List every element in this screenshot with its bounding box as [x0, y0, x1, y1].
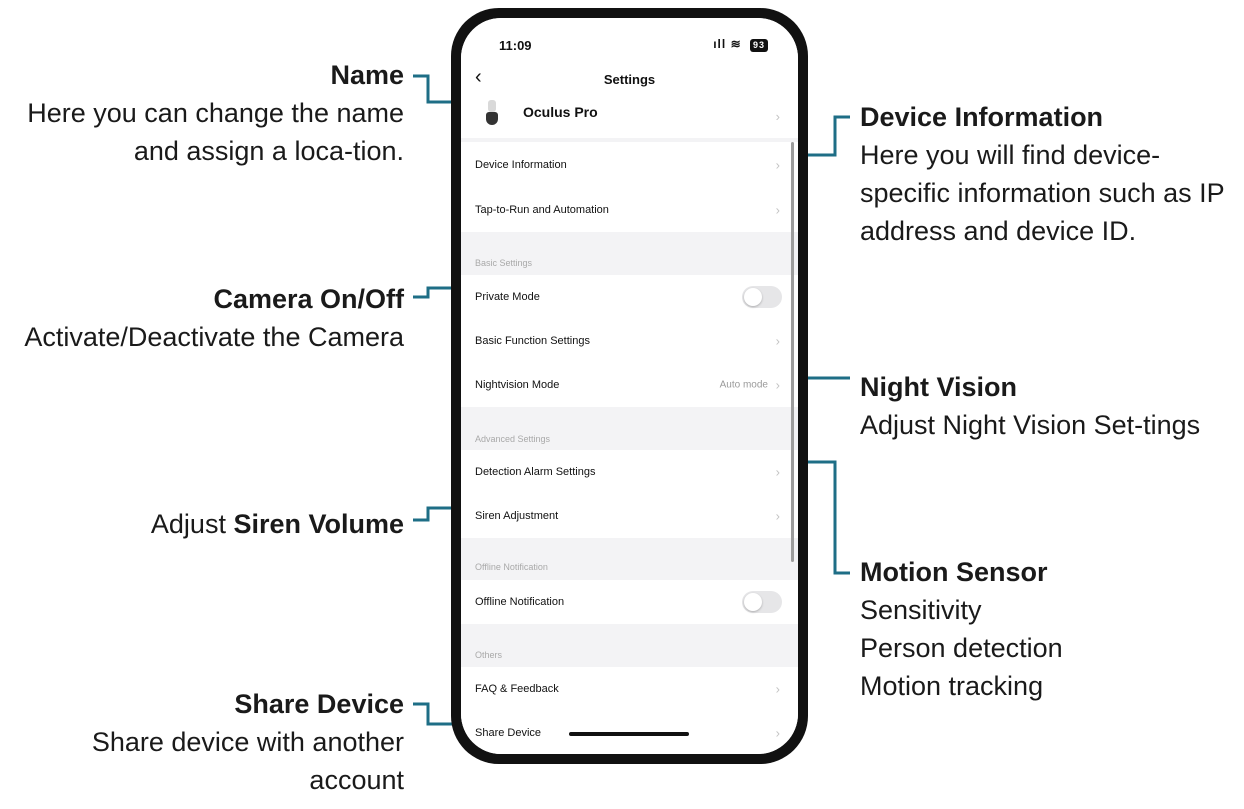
callout-name-title: Name: [330, 60, 404, 90]
callout-motion-line: Person detection: [860, 633, 1063, 663]
callout-motion-line: Motion tracking: [860, 671, 1044, 701]
section-advanced-settings: Advanced Settings: [475, 434, 551, 444]
row-label: Tap-to-Run and Automation: [475, 204, 609, 216]
callout-device-info: Device Information Here you will find de…: [860, 98, 1244, 250]
callout-camera-desc: Activate/Deactivate the Camera: [24, 322, 404, 352]
row-siren-adjustment[interactable]: Siren Adjustment ›: [461, 494, 798, 538]
nav-bar: ‹ Settings: [461, 62, 798, 98]
callout-siren: Adjust Siren Volume: [4, 505, 404, 543]
row-label: Basic Function Settings: [475, 335, 590, 347]
page-title: Settings: [603, 72, 656, 87]
phone-frame: 11:09 ıll ≋ 93 ‹ Settings Oculus Pro › D…: [451, 8, 808, 764]
chevron-right-icon: ›: [775, 157, 780, 173]
callout-camera: Camera On/Off Activate/Deactivate the Ca…: [24, 280, 404, 356]
callout-motion-line: Sensitivity: [860, 595, 982, 625]
section-basic-settings: Basic Settings: [475, 258, 533, 268]
callout-device-info-title: Device Information: [860, 102, 1104, 132]
callout-siren-prefix: Adjust: [150, 509, 234, 539]
chevron-right-icon: ›: [775, 377, 780, 393]
callout-night: Night Vision Adjust Night Vision Set-tin…: [860, 368, 1240, 444]
callout-motion: Motion Sensor Sensitivity Person detecti…: [860, 553, 1240, 705]
row-label: FAQ & Feedback: [475, 683, 559, 695]
battery-icon: 93: [749, 39, 768, 52]
row-tap-to-run[interactable]: Tap-to-Run and Automation ›: [461, 188, 798, 232]
row-offline-notification[interactable]: Offline Notification: [461, 580, 798, 624]
callout-motion-title: Motion Sensor: [860, 557, 1048, 587]
row-faq-feedback[interactable]: FAQ & Feedback ›: [461, 667, 798, 711]
row-device-information[interactable]: Device Information ›: [461, 142, 798, 188]
row-label: Offline Notification: [475, 596, 565, 608]
callout-siren-title: Siren Volume: [233, 509, 404, 539]
chevron-right-icon: ›: [775, 725, 780, 740]
chevron-right-icon: ›: [775, 202, 780, 218]
device-name-row[interactable]: Oculus Pro ›: [461, 98, 798, 138]
row-label: Private Mode: [475, 291, 540, 303]
offline-notification-toggle[interactable]: [742, 591, 782, 613]
home-indicator[interactable]: [569, 732, 689, 736]
callout-name: Name Here you can change the name and as…: [24, 56, 404, 170]
row-label: Siren Adjustment: [475, 510, 559, 522]
section-offline-notification: Offline Notification: [475, 562, 548, 572]
chevron-right-icon: ›: [775, 109, 780, 124]
row-label: Nightvision Mode: [475, 379, 560, 391]
callout-name-desc: Here you can change the name and assign …: [27, 98, 404, 166]
wifi-icon: ≋: [730, 37, 742, 51]
device-name: Oculus Pro: [523, 104, 598, 120]
callout-share-desc: Share device with another account: [91, 727, 404, 795]
row-label: Detection Alarm Settings: [475, 466, 596, 478]
row-label: Share Device: [475, 726, 542, 739]
camera-device-icon: [485, 100, 499, 128]
private-mode-toggle[interactable]: [742, 286, 782, 308]
chevron-right-icon: ›: [775, 508, 780, 524]
callout-night-desc: Adjust Night Vision Set-tings: [860, 410, 1201, 440]
status-bar: 11:09 ıll ≋ 93: [461, 18, 798, 62]
chevron-right-icon: ›: [775, 464, 780, 480]
row-basic-function[interactable]: Basic Function Settings ›: [461, 319, 798, 363]
callout-share-title: Share Device: [234, 689, 404, 719]
callout-share: Share Device Share device with another a…: [4, 685, 404, 799]
scrollbar[interactable]: [791, 142, 794, 562]
nightvision-value: Auto mode: [719, 379, 768, 391]
status-icons: ıll ≋ 93: [713, 37, 768, 52]
section-others: Others: [475, 650, 503, 660]
row-detection-alarm[interactable]: Detection Alarm Settings ›: [461, 450, 798, 494]
callout-device-info-desc: Here you will find device-specific infor…: [860, 140, 1225, 246]
callout-night-title: Night Vision: [860, 372, 1018, 402]
chevron-right-icon: ›: [775, 333, 780, 349]
signal-icon: ıll: [713, 37, 727, 51]
phone-screen: 11:09 ıll ≋ 93 ‹ Settings Oculus Pro › D…: [461, 18, 798, 754]
row-label: Device Information: [475, 159, 567, 171]
callout-camera-title: Camera On/Off: [213, 284, 404, 314]
status-time: 11:09: [499, 38, 532, 53]
chevron-right-icon: ›: [775, 681, 780, 697]
row-private-mode[interactable]: Private Mode: [461, 275, 798, 319]
row-nightvision[interactable]: Nightvision Mode Auto mode ›: [461, 363, 798, 407]
